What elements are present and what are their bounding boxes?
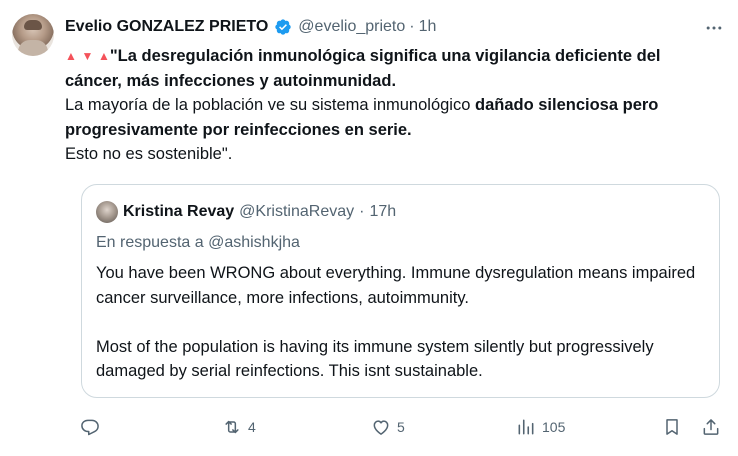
heart-icon [373, 420, 389, 435]
tweet-header: Evelio GONZALEZ PRIETO @evelio_prieto · … [65, 16, 436, 38]
tweet-line-1: ▲ ▼ ▲"La desregulación inmunológica sign… [65, 44, 715, 93]
red-triangle-down-icon: ▼ [81, 49, 94, 63]
retweet-icon [225, 420, 239, 434]
reply-context: En respuesta a @ashishkjha [96, 234, 300, 251]
tweet-line-3: Esto no es sostenible". [65, 145, 233, 163]
tweet-line-2: La mayoría de la población ve su sistema… [65, 93, 715, 142]
tweet-bold-quote: "La desregulación inmunológica significa… [65, 47, 661, 90]
tweet-text: ▲ ▼ ▲"La desregulación inmunológica sign… [65, 44, 715, 167]
red-triangle-up-icon: ▲ [97, 49, 110, 63]
views-bar-chart-icon [518, 419, 534, 435]
action-bar: 4 5 105 [0, 414, 738, 440]
red-triangle-up-icon: ▲ [65, 49, 77, 63]
quoted-author-name: Kristina Revay [123, 203, 235, 220]
share-button[interactable] [701, 414, 721, 440]
reply-icon [81, 419, 99, 436]
retweet-count: 4 [248, 419, 256, 435]
quoted-tweet-text: You have been WRONG about everything. Im… [96, 261, 711, 384]
author-avatar[interactable] [12, 14, 54, 56]
separator-dot: · [409, 18, 415, 35]
quoted-tweet-card[interactable]: Kristina Revay @KristinaRevay · 17h En r… [81, 184, 720, 398]
like-count: 5 [397, 419, 405, 435]
verified-badge-icon [275, 19, 291, 35]
share-icon [703, 419, 719, 435]
bookmark-button[interactable] [662, 414, 682, 440]
avatar-body [18, 40, 48, 56]
author-display-name[interactable]: Evelio GONZALEZ PRIETO [65, 16, 268, 38]
views-count: 105 [542, 419, 566, 435]
tweet-timestamp[interactable]: 1h [419, 16, 437, 38]
quoted-tweet-timestamp: 17h [369, 203, 397, 220]
author-handle[interactable]: @evelio_prieto [298, 16, 405, 38]
reply-button[interactable] [80, 414, 106, 440]
views-button[interactable]: 105 [516, 414, 565, 440]
retweet-button[interactable]: 4 [222, 414, 256, 440]
quoted-paragraph-1: You have been WRONG about everything. Im… [96, 264, 696, 307]
bookmark-icon [666, 419, 678, 435]
tweet-line-2-normal: La mayoría de la población ve su sistema… [65, 96, 475, 114]
avatar-hair [24, 20, 42, 30]
separator-dot: · [359, 203, 365, 220]
quoted-author-avatar [96, 201, 118, 223]
quoted-author-handle: @KristinaRevay [239, 203, 355, 220]
like-button[interactable]: 5 [371, 414, 405, 440]
quoted-paragraph-2: Most of the population is having its imm… [96, 337, 654, 381]
quoted-tweet-header: Kristina Revay @KristinaRevay · 17h [96, 201, 396, 223]
more-options-icon[interactable] [704, 18, 724, 38]
